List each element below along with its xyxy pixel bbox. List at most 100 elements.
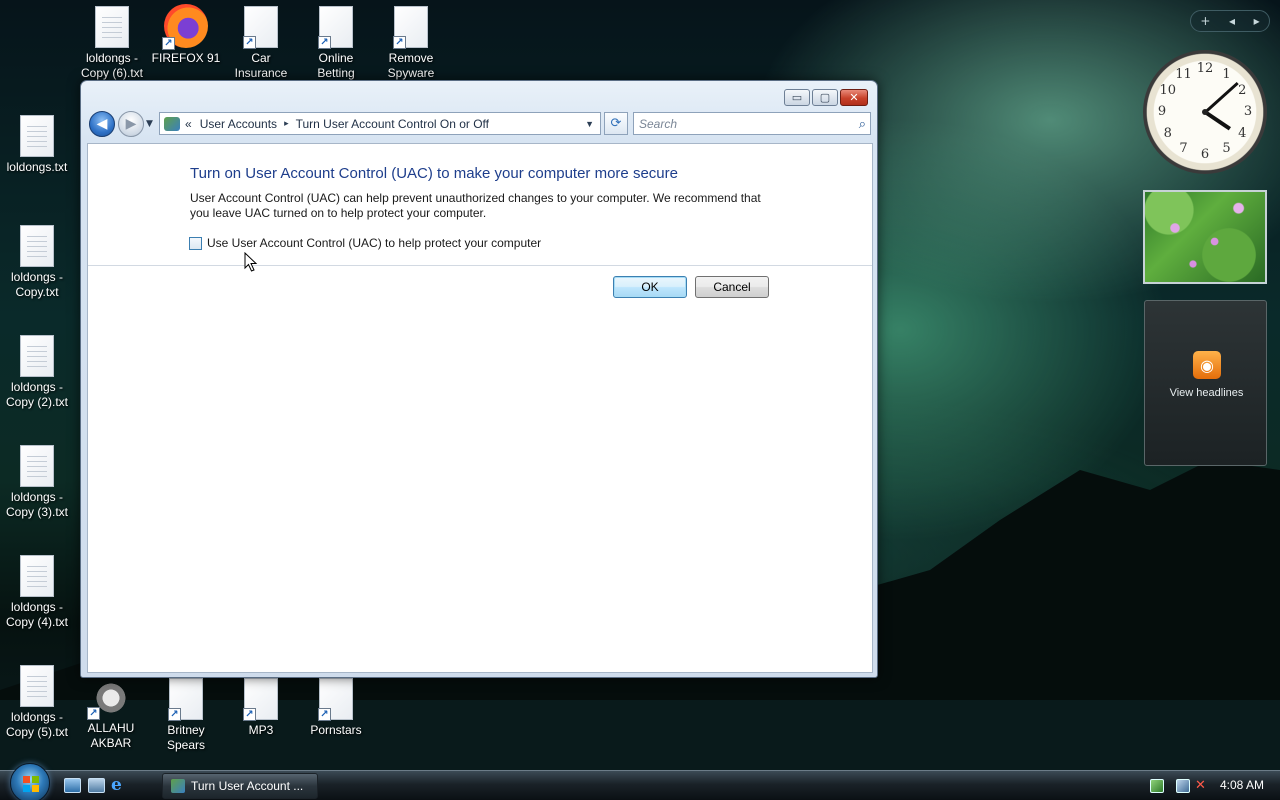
desktop-icon-loldongs-copy[interactable]: loldongs - Copy.txt — [1, 225, 73, 300]
breadcrumb-separator-icon[interactable]: ▸ — [284, 118, 289, 129]
shortcut-arrow-icon: ↗ — [162, 37, 175, 50]
text-file-icon — [20, 115, 54, 157]
clock-number: 4 — [1238, 125, 1247, 141]
taskbar: e Turn User Account ... ✕ 4:08 AM — [0, 763, 1280, 800]
blank-file-icon: ↗ — [168, 678, 203, 721]
desktop-icon-loldongs-copy-2[interactable]: loldongs - Copy (2).txt — [1, 335, 73, 410]
desktop-icon-mp3[interactable]: ↗ MP3 — [225, 678, 297, 738]
page-title: Turn on User Account Control (UAC) to ma… — [190, 165, 678, 182]
recent-pages-dropdown[interactable]: ▼ — [146, 119, 153, 129]
firefox-icon: ↗ — [162, 4, 208, 50]
desktop-icon-remove-spyware[interactable]: ↗ Remove Spyware — [375, 6, 447, 81]
desktop-icon-firefox[interactable]: ↗ FIREFOX 91 — [150, 4, 222, 66]
taskbar-button-label: Turn User Account ... — [191, 779, 304, 793]
control-panel-icon — [164, 116, 180, 131]
text-file-icon — [95, 6, 129, 48]
control-panel-icon — [171, 779, 185, 793]
mouse-cursor-icon — [244, 252, 258, 272]
network-icon[interactable] — [1150, 779, 1164, 793]
view-headlines-link[interactable]: View headlines — [1145, 387, 1268, 399]
slideshow-gadget[interactable] — [1143, 190, 1267, 284]
taskbar-clock[interactable]: 4:08 AM — [1220, 778, 1264, 792]
shortcut-arrow-icon: ↗ — [243, 708, 256, 721]
clock-center-pin — [1202, 109, 1208, 115]
clock-number: 12 — [1196, 61, 1214, 76]
search-placeholder: Search — [639, 116, 678, 131]
shortcut-arrow-icon: ↗ — [243, 36, 256, 49]
volume-muted-icon[interactable]: ✕ — [1195, 779, 1209, 793]
show-desktop-icon[interactable] — [64, 778, 81, 793]
desktop-icon-loldongs-copy-6[interactable]: loldongs - Copy (6).txt — [76, 6, 148, 81]
text-file-icon — [20, 335, 54, 377]
switch-windows-icon[interactable] — [88, 778, 105, 793]
breadcrumb-overflow[interactable]: « — [185, 117, 192, 131]
uac-checkbox[interactable] — [189, 236, 202, 250]
desktop-icon-loldongs-copy-5[interactable]: loldongs - Copy (5).txt — [1, 665, 73, 740]
desktop-icon-online-betting[interactable]: ↗ Online Betting — [300, 6, 372, 81]
blank-file-icon: ↗ — [243, 6, 278, 49]
text-file-icon — [20, 225, 54, 267]
uac-checkbox-label[interactable]: Use User Account Control (UAC) to help p… — [207, 236, 541, 250]
minimize-button[interactable]: ▭ — [784, 89, 810, 106]
blank-file-icon: ↗ — [318, 6, 353, 49]
blank-file-icon: ↗ — [243, 678, 278, 721]
address-bar[interactable]: « User Accounts ▸ Turn User Account Cont… — [159, 112, 601, 135]
uac-checkbox-row[interactable]: Use User Account Control (UAC) to help p… — [189, 236, 541, 250]
desktop-icon-allahu-akbar[interactable]: ↗ ALLAHU AKBAR — [75, 678, 147, 751]
clock-number: 10 — [1159, 82, 1177, 98]
gear-icon: ↗ — [87, 678, 133, 720]
shortcut-arrow-icon: ↗ — [87, 707, 100, 720]
sidebar-toolbar: + ◂ ▸ — [1190, 10, 1270, 32]
desktop-icon-britney-spears[interactable]: ↗ Britney Spears — [150, 678, 222, 753]
clock-number: 3 — [1243, 104, 1253, 119]
add-gadget-button[interactable]: + — [1200, 14, 1210, 28]
maximize-button[interactable]: ▢ — [812, 89, 838, 106]
uac-description: User Account Control (UAC) can help prev… — [190, 191, 761, 220]
clock-gadget[interactable]: 11 10 9 8 7 6 5 4 3 2 1 12 — [1143, 50, 1267, 174]
breadcrumb-uac[interactable]: Turn User Account Control On or Off — [296, 117, 489, 131]
shortcut-arrow-icon: ↗ — [393, 36, 406, 49]
clock-number: 6 — [1200, 147, 1210, 162]
clock-number: 9 — [1157, 104, 1167, 119]
blank-file-icon: ↗ — [393, 6, 428, 49]
previous-gadgets-button[interactable]: ◂ — [1229, 14, 1235, 28]
feed-headlines-gadget[interactable]: ◉ View headlines — [1144, 300, 1267, 466]
desktop-icon-pornstars[interactable]: ↗ Pornstars — [300, 678, 372, 738]
start-button[interactable] — [10, 763, 50, 800]
forward-button[interactable]: ▶ — [118, 111, 144, 137]
window-controls: ▭ ▢ ✕ — [784, 89, 868, 106]
shortcut-arrow-icon: ↗ — [168, 708, 181, 721]
address-dropdown-icon[interactable]: ▼ — [585, 119, 594, 129]
navigation-bar: ◀ ▶ ▼ « User Accounts ▸ Turn User Accoun… — [89, 111, 871, 139]
clock-number: 8 — [1163, 125, 1172, 141]
breadcrumb-user-accounts[interactable]: User Accounts — [200, 117, 277, 131]
back-button[interactable]: ◀ — [89, 111, 115, 137]
close-button[interactable]: ✕ — [840, 89, 868, 106]
internet-explorer-icon[interactable]: e — [111, 777, 128, 794]
refresh-button[interactable]: ⟳ — [604, 112, 628, 135]
display-icon[interactable] — [1176, 779, 1190, 793]
desktop-icon-loldongs[interactable]: loldongs.txt — [1, 115, 73, 175]
desktop-icon-loldongs-copy-3[interactable]: loldongs - Copy (3).txt — [1, 445, 73, 520]
divider — [88, 265, 872, 266]
desktop-icon-car-insurance[interactable]: ↗ Car Insurance — [225, 6, 297, 81]
cancel-button[interactable]: Cancel — [695, 276, 769, 298]
taskbar-button-uac[interactable]: Turn User Account ... — [162, 773, 318, 799]
ok-button[interactable]: OK — [613, 276, 687, 298]
clock-number: 7 — [1179, 141, 1188, 157]
search-input[interactable]: Search ⌕ — [633, 112, 871, 135]
search-icon[interactable]: ⌕ — [859, 116, 866, 132]
clock-number: 1 — [1222, 66, 1231, 82]
uac-settings-window: ▭ ▢ ✕ ◀ ▶ ▼ « User Accounts ▸ Turn User … — [80, 80, 878, 678]
clock-number: 5 — [1222, 141, 1231, 157]
text-file-icon — [20, 445, 54, 487]
desktop-icon-loldongs-copy-4[interactable]: loldongs - Copy (4).txt — [1, 555, 73, 630]
shortcut-arrow-icon: ↗ — [318, 708, 331, 721]
next-gadgets-button[interactable]: ▸ — [1254, 14, 1260, 28]
rss-icon: ◉ — [1193, 351, 1221, 379]
clock-hour-hand — [1203, 110, 1231, 131]
blank-file-icon: ↗ — [318, 678, 353, 721]
text-file-icon — [20, 555, 54, 597]
text-file-icon — [20, 665, 54, 707]
content-pane: Turn on User Account Control (UAC) to ma… — [87, 143, 873, 673]
